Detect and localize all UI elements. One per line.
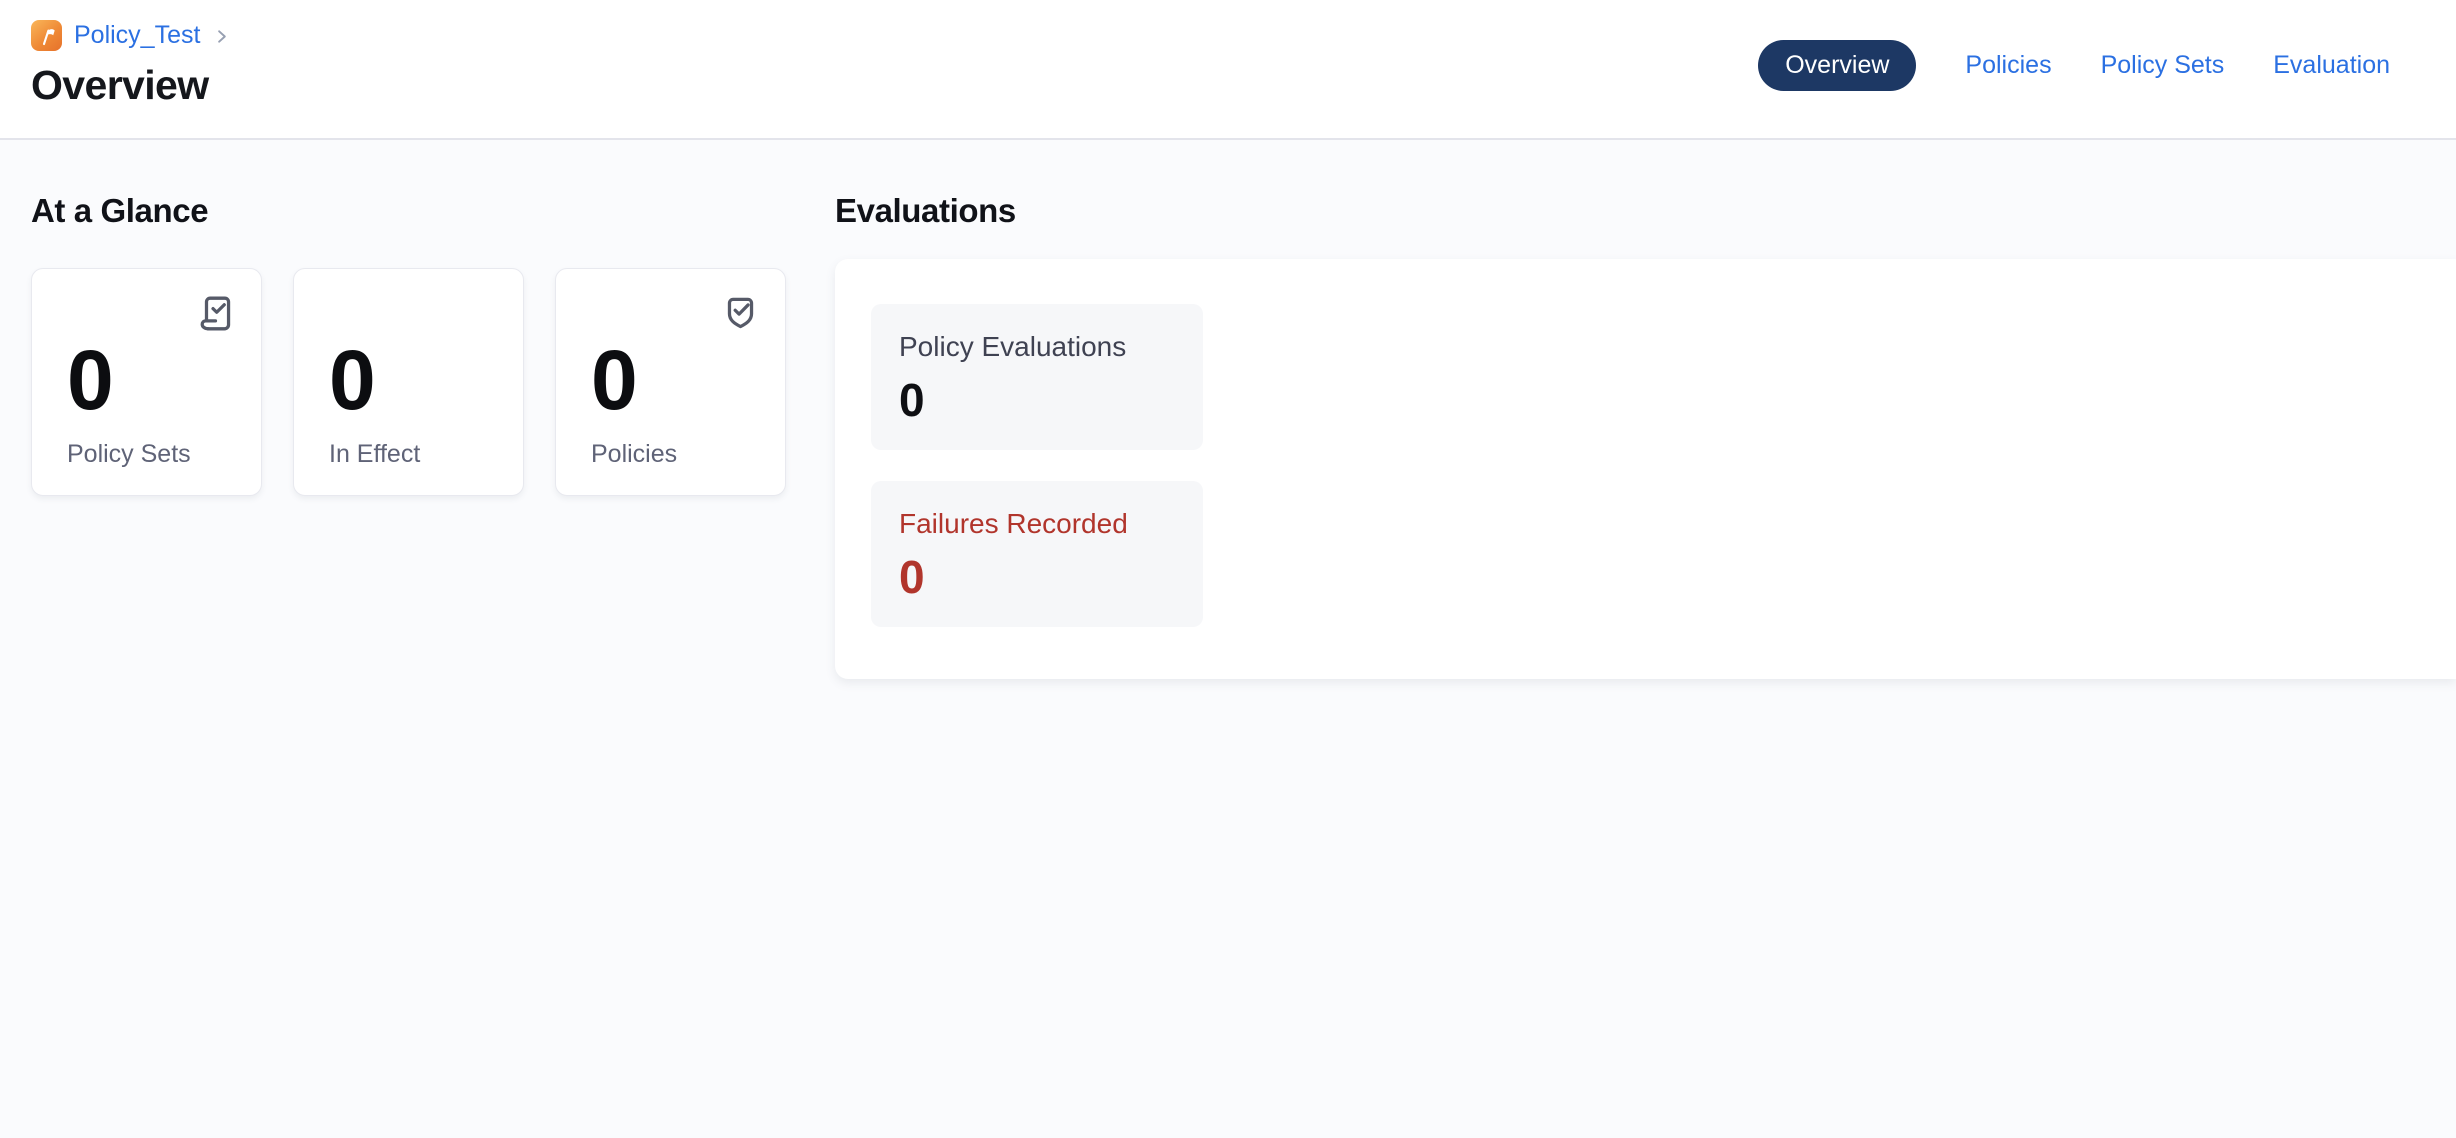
evaluations-section: Evaluations Policy Evaluations 0 Failure… [835, 193, 2456, 679]
at-a-glance-heading: At a Glance [31, 193, 786, 229]
policy-sets-count: 0 [67, 341, 245, 421]
policy-evaluations-label: Policy Evaluations [899, 331, 1175, 363]
header-title-block: Policy_Test Overview [31, 0, 231, 109]
sentinel-flag-logo-icon [31, 20, 62, 51]
breadcrumb-chevron-icon [212, 25, 231, 46]
scroll-check-icon [192, 289, 241, 338]
evaluations-panel: Policy Evaluations 0 Failures Recorded 0 [835, 259, 2456, 679]
glance-card-policy-sets: 0 Policy Sets [31, 268, 262, 496]
glance-card-policies: 0 Policies [555, 268, 786, 496]
nav-tab-evaluation[interactable]: Evaluation [2273, 51, 2390, 80]
failures-recorded-label: Failures Recorded [899, 508, 1175, 540]
in-effect-label: In Effect [329, 440, 507, 469]
nav-tab-overview[interactable]: Overview [1758, 40, 1916, 91]
glance-cards-row: 0 Policy Sets 0 In Effect 0 Policies [31, 268, 786, 496]
in-effect-count: 0 [329, 341, 507, 421]
at-a-glance-section: At a Glance 0 Policy Sets 0 In Effect [31, 193, 786, 496]
policy-evaluations-stat: Policy Evaluations 0 [871, 304, 1203, 450]
header-nav: Overview Policies Policy Sets Evaluation [1758, 0, 2390, 91]
shield-check-icon [716, 289, 765, 338]
policies-label: Policies [591, 440, 769, 469]
policy-evaluations-count: 0 [899, 377, 1175, 423]
page-title: Overview [31, 62, 231, 109]
policies-count: 0 [591, 341, 769, 421]
glance-card-in-effect: 0 In Effect [293, 268, 524, 496]
failures-recorded-count: 0 [899, 554, 1175, 600]
nav-tab-policy-sets[interactable]: Policy Sets [2101, 51, 2225, 80]
failures-recorded-stat: Failures Recorded 0 [871, 481, 1203, 627]
breadcrumb-link-policy-test[interactable]: Policy_Test [74, 21, 200, 50]
page-header: Policy_Test Overview Overview Policies P… [0, 0, 2456, 140]
breadcrumb: Policy_Test [31, 20, 231, 51]
main-content: At a Glance 0 Policy Sets 0 In Effect [0, 140, 2456, 679]
policy-sets-label: Policy Sets [67, 440, 245, 469]
nav-tab-policies[interactable]: Policies [1965, 51, 2051, 80]
evaluations-heading: Evaluations [835, 193, 2456, 229]
